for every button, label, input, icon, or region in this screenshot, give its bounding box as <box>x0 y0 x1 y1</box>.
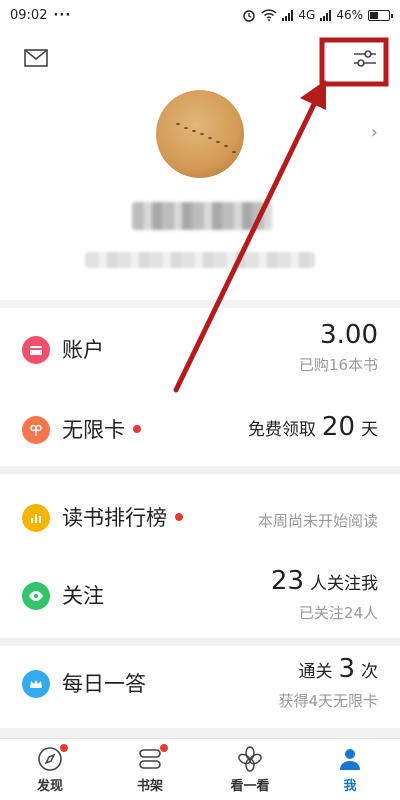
daily-suffix: 次 <box>361 662 378 682</box>
list-item-follow[interactable]: 关注 23 人关注我 已关注24人 <box>0 558 400 638</box>
blurred-username <box>132 202 272 230</box>
list-item-account[interactable]: 账户 3.00 已购16本书 <box>0 308 400 388</box>
alarm-icon <box>243 10 256 22</box>
wallet-icon <box>22 336 50 364</box>
daily-quiz-label: 每日一答 <box>62 672 146 696</box>
notification-dot <box>175 513 183 521</box>
list-item-unlimited-card[interactable]: 无限卡 免费领取 20 天 <box>0 394 400 462</box>
bookshelf-icon <box>136 744 168 773</box>
unlimited-suffix: 天 <box>361 420 378 440</box>
account-balance: 3.00 <box>320 320 378 350</box>
mail-icon[interactable] <box>24 49 48 67</box>
ranking-status: 本周尚未开始阅读 <box>257 512 378 530</box>
daily-count: 3 <box>338 654 355 684</box>
compass-icon <box>36 744 68 773</box>
tab-bookshelf[interactable]: 书架 <box>100 739 200 800</box>
status-time: 09:02 <box>10 7 48 23</box>
gift-icon <box>22 416 50 444</box>
blurred-user-info <box>85 252 315 268</box>
daily-prefix: 通关 <box>298 662 333 682</box>
bar-chart-icon <box>22 504 50 532</box>
unlimited-days: 20 <box>321 412 355 442</box>
ranking-title: 读书排行榜 <box>62 502 183 532</box>
divider <box>0 728 400 738</box>
wifi-icon <box>261 9 277 21</box>
divider <box>0 466 400 474</box>
notification-dot <box>160 744 168 752</box>
account-label: 账户 <box>62 338 104 362</box>
crown-icon <box>22 670 50 698</box>
flower-icon <box>236 745 264 773</box>
battery-percent: 46% <box>336 8 363 22</box>
unlimited-card-title: 无限卡 <box>62 414 141 444</box>
profile-section[interactable]: › <box>0 90 400 300</box>
divider <box>0 638 400 646</box>
unlimited-prefix: 免费领取 <box>247 420 316 440</box>
follower-count: 23 <box>270 566 304 596</box>
following-count: 已关注24人 <box>298 604 378 622</box>
tab-label: 看一看 <box>230 779 270 794</box>
list-item-daily-quiz[interactable]: 每日一答 通关 3 次 获得4天无限卡 <box>0 646 400 726</box>
account-purchased: 已购16本书 <box>298 356 378 374</box>
tab-label: 发现 <box>36 779 63 794</box>
bottom-nav: 发现 书架 看一看 我 <box>0 738 400 800</box>
eye-icon <box>22 582 50 610</box>
signal-icon <box>282 9 294 21</box>
settings-sliders-icon[interactable] <box>352 48 378 70</box>
status-notification-dots: ··· <box>53 7 72 23</box>
status-bar: 09:02 ··· 4G 46% <box>0 0 400 30</box>
chevron-right-icon[interactable]: › <box>371 122 378 143</box>
signal-icon-2 <box>320 9 332 21</box>
notification-dot <box>60 744 68 752</box>
tab-discover[interactable]: 发现 <box>0 739 100 800</box>
tab-label: 我 <box>343 779 357 794</box>
notification-dot <box>133 425 141 433</box>
ranking-label: 读书排行榜 <box>62 506 167 530</box>
battery-icon <box>368 9 393 21</box>
tab-look[interactable]: 看一看 <box>200 739 300 800</box>
list-item-reading-ranking[interactable]: 读书排行榜 本周尚未开始阅读 <box>0 482 400 554</box>
tab-label: 书架 <box>136 779 163 794</box>
follow-label: 关注 <box>62 584 104 608</box>
network-type: 4G <box>298 8 316 22</box>
account-section: 账户 3.00 已购16本书 无限卡 免费领取 20 天 <box>0 308 400 462</box>
follower-suffix: 人关注我 <box>310 574 378 594</box>
top-bar <box>0 30 400 90</box>
daily-reward: 获得4天无限卡 <box>278 692 378 710</box>
avatar[interactable] <box>156 90 244 178</box>
tab-me[interactable]: 我 <box>300 739 400 800</box>
divider <box>0 300 400 308</box>
user-icon <box>336 745 364 773</box>
unlimited-card-label: 无限卡 <box>62 418 125 442</box>
